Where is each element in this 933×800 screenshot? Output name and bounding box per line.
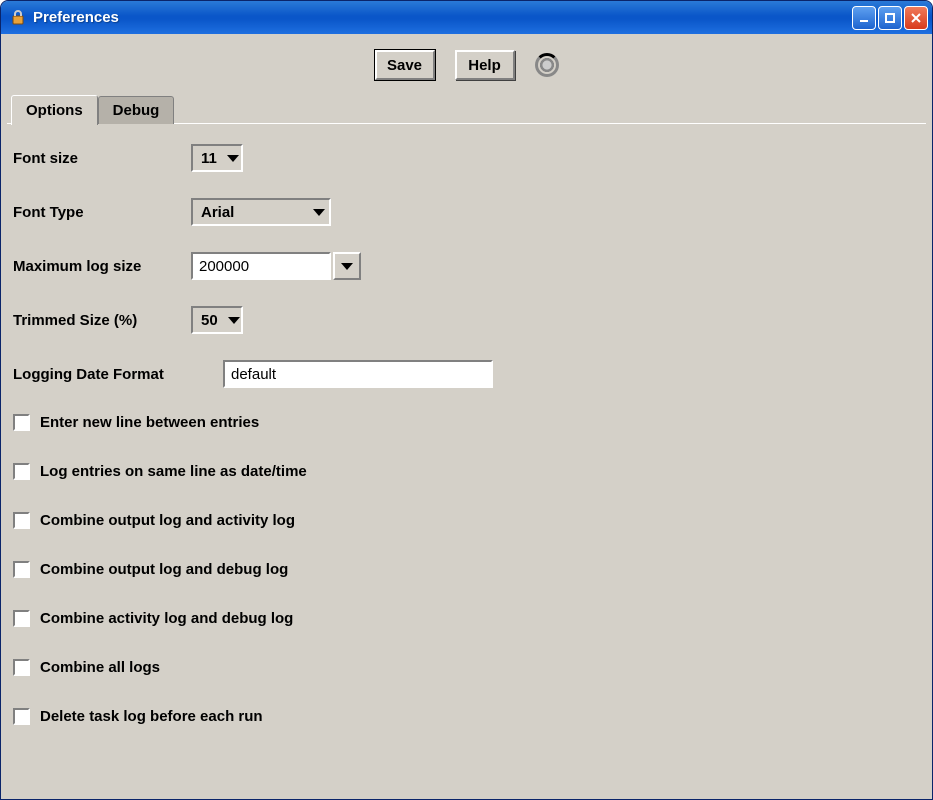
close-button[interactable]: [904, 6, 928, 30]
maximize-button[interactable]: [878, 6, 902, 30]
trimmed-size-value: 50: [201, 312, 218, 329]
checkbox-label[interactable]: Combine output log and debug log: [40, 561, 288, 578]
font-type-value: Arial: [201, 204, 234, 221]
chevron-down-icon: [313, 209, 325, 216]
checkbox-row: Combine output log and activity log: [13, 512, 920, 529]
font-type-select[interactable]: Arial: [191, 198, 331, 226]
checkbox-row: Delete task log before each run: [13, 708, 920, 725]
checkbox-label[interactable]: Combine all logs: [40, 659, 160, 676]
tabstrip: Options Debug: [7, 94, 926, 124]
checkbox-3[interactable]: [13, 561, 30, 578]
tab-debug[interactable]: Debug: [98, 96, 175, 124]
chevron-down-icon: [228, 317, 240, 324]
tab-options[interactable]: Options: [11, 95, 98, 125]
checkbox-5[interactable]: [13, 659, 30, 676]
checkbox-label[interactable]: Combine activity log and debug log: [40, 610, 293, 627]
titlebar: Preferences: [1, 1, 932, 34]
checkbox-0[interactable]: [13, 414, 30, 431]
trimmed-size-select[interactable]: 50: [191, 306, 243, 334]
checkbox-row: Combine output log and debug log: [13, 561, 920, 578]
date-format-label: Logging Date Format: [13, 366, 223, 383]
font-size-value: 11: [201, 150, 217, 167]
preferences-window: Preferences Save Help Options Debug Fon: [0, 0, 933, 800]
checkbox-6[interactable]: [13, 708, 30, 725]
busy-spinner-icon: [535, 53, 559, 77]
checkbox-label[interactable]: Enter new line between entries: [40, 414, 259, 431]
max-log-size-combo: [191, 252, 361, 280]
font-size-select[interactable]: 11: [191, 144, 243, 172]
date-format-input[interactable]: [223, 360, 493, 388]
trimmed-size-label: Trimmed Size (%): [13, 312, 191, 329]
checkbox-row: Enter new line between entries: [13, 414, 920, 431]
max-log-size-dropdown-button[interactable]: [333, 252, 361, 280]
client-area: Save Help Options Debug Font size 11 Fon…: [1, 34, 932, 799]
chevron-down-icon: [227, 155, 239, 162]
checkbox-label[interactable]: Log entries on same line as date/time: [40, 463, 307, 480]
window-controls: [852, 6, 928, 30]
app-icon: [9, 9, 27, 27]
checkbox-row: Combine all logs: [13, 659, 920, 676]
max-log-size-input[interactable]: [191, 252, 331, 280]
checkbox-2[interactable]: [13, 512, 30, 529]
checkbox-1[interactable]: [13, 463, 30, 480]
checkbox-label[interactable]: Combine output log and activity log: [40, 512, 295, 529]
checkbox-label[interactable]: Delete task log before each run: [40, 708, 263, 725]
checkbox-row: Log entries on same line as date/time: [13, 463, 920, 480]
chevron-down-icon: [341, 263, 353, 270]
options-panel: Font size 11 Font Type Arial Maximum log…: [7, 123, 926, 793]
help-button[interactable]: Help: [455, 50, 515, 80]
minimize-button[interactable]: [852, 6, 876, 30]
toolbar: Save Help: [7, 44, 926, 94]
window-title: Preferences: [33, 9, 852, 26]
save-button[interactable]: Save: [375, 50, 435, 80]
checkbox-row: Combine activity log and debug log: [13, 610, 920, 627]
font-size-label: Font size: [13, 150, 191, 167]
max-log-size-label: Maximum log size: [13, 258, 191, 275]
font-type-label: Font Type: [13, 204, 191, 221]
checkbox-4[interactable]: [13, 610, 30, 627]
